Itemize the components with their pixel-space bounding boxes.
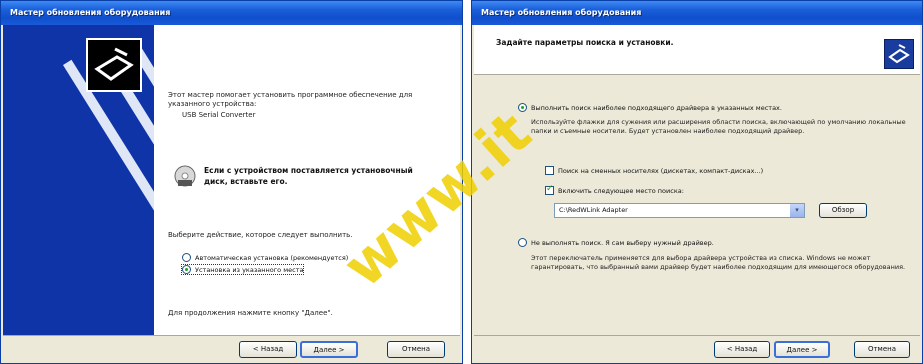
hardware-icon [86,38,142,92]
radio-manual[interactable] [182,265,191,274]
next-hint: Для продолжения нажмите кнопку "Далее". [168,309,333,317]
wizard-footer: < Назад Далее > Отмена [474,335,920,361]
hardware-wizard-window-left: Мастер обновления оборудования Этот маст… [0,0,463,364]
window-title: Мастер обновления оборудования [472,1,922,25]
wizard-content: Этот мастер помогает установить программ… [154,25,460,339]
wizard-banner-graphic [3,25,154,339]
wizard-footer: < Назад Далее > Отмена [3,335,460,361]
checkbox-removable[interactable] [545,166,554,175]
checkbox-location-label: Включить следующее место поиска: [558,186,684,195]
cd-prompt-text: Если с устройством поставляется установо… [204,166,413,186]
option-auto-label: Автоматическая установка (рекомендуется) [195,253,349,262]
wizard-body: Выполнить поиск наиболее подходящего дра… [474,76,920,335]
chevron-down-icon[interactable]: ▾ [790,204,804,217]
hardware-icon [884,39,914,69]
wizard-header: Задайте параметры поиска и установки. [474,25,920,75]
next-button[interactable]: Далее > [774,341,830,358]
back-button[interactable]: < Назад [714,341,770,358]
radio-search[interactable] [518,103,527,112]
device-name: USB Serial Converter [182,111,256,119]
search-option-label: Выполнить поиск наиболее подходящего дра… [531,103,782,112]
option-auto[interactable]: Автоматическая установка (рекомендуется) [182,253,348,262]
path-combo-value: C:\RedWLink Adapter [559,206,628,214]
manual-description: Этот переключатель применяется для выбор… [531,254,906,271]
back-button[interactable]: < Назад [239,341,297,358]
path-combo[interactable]: C:\RedWLink Adapter ▾ [554,203,805,218]
checkbox-location[interactable] [545,184,554,195]
search-option[interactable]: Выполнить поиск наиболее подходящего дра… [518,103,782,112]
search-description: Используйте флажки для сужения или расши… [531,118,906,135]
option-manual-label: Установка из указанного места [195,265,304,274]
wizard-banner [3,25,154,339]
cd-icon [174,165,196,187]
manual-option-label: Не выполнять поиск. Я сам выберу нужный … [531,238,714,247]
browse-button[interactable]: Обзор [819,203,867,218]
cancel-button[interactable]: Отмена [854,341,910,358]
option-manual[interactable]: Установка из указанного места [180,264,305,275]
cd-prompt: Если с устройством поставляется установо… [174,165,424,187]
window-title: Мастер обновления оборудования [1,1,462,25]
cancel-button[interactable]: Отмена [387,341,445,358]
next-button[interactable]: Далее > [300,341,358,358]
intro-text: Этот мастер помогает установить программ… [168,91,413,108]
header-title: Задайте параметры поиска и установки. [496,38,674,47]
hardware-wizard-window-right: Мастер обновления оборудования Задайте п… [471,0,923,364]
radio-manual-driver[interactable] [518,238,527,247]
radio-auto[interactable] [182,253,191,262]
choose-prompt: Выберите действие, которое следует выпол… [168,231,353,239]
manual-option[interactable]: Не выполнять поиск. Я сам выберу нужный … [518,238,714,247]
checkbox-location-row[interactable]: Включить следующее место поиска: [545,184,684,195]
checkbox-removable-label: Поиск на сменных носителях (дискетах, ко… [558,166,764,175]
checkbox-removable-row[interactable]: Поиск на сменных носителях (дискетах, ко… [545,166,763,175]
